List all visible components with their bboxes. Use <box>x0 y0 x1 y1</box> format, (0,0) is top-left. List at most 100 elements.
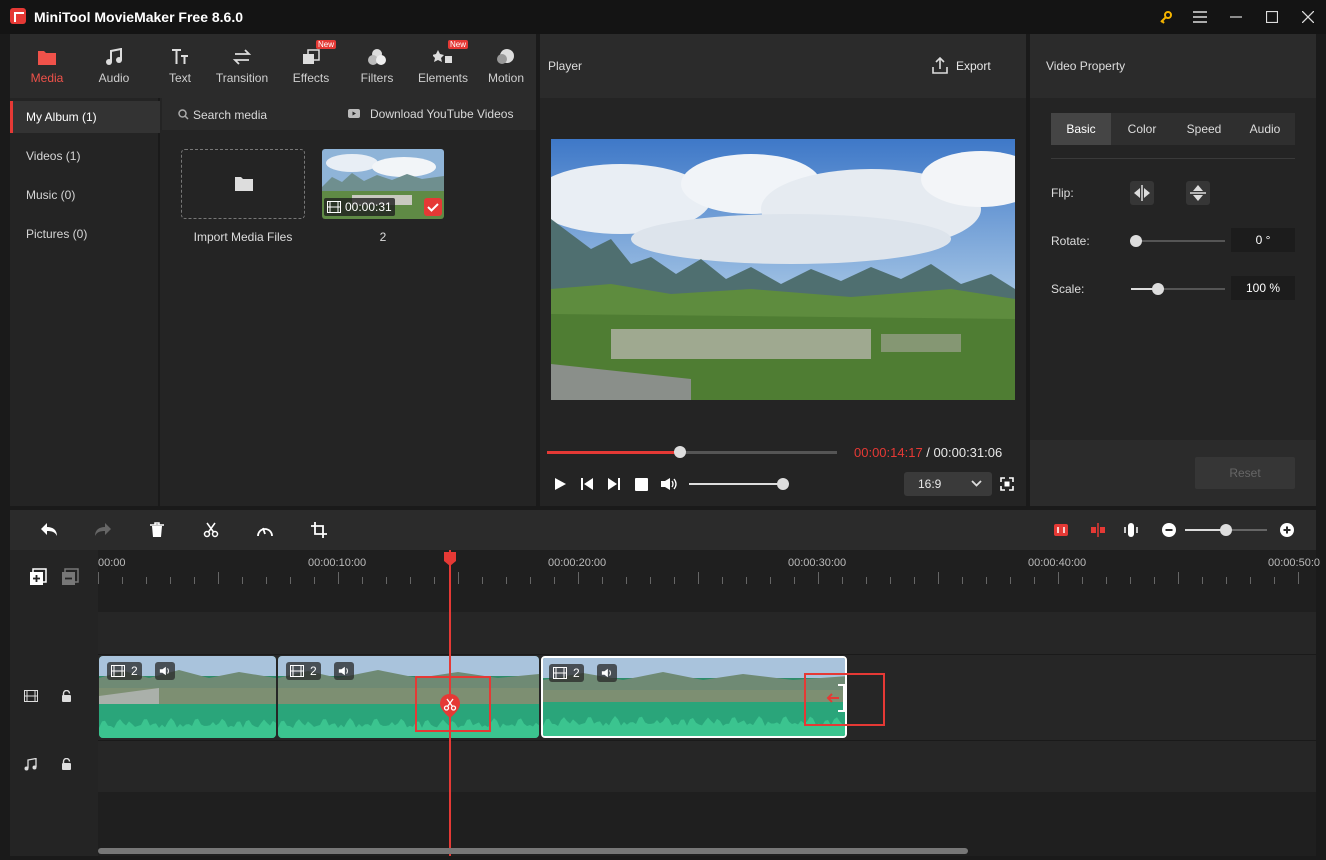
next-frame-button[interactable] <box>603 473 625 495</box>
export-button[interactable]: Export <box>930 56 994 76</box>
album-item-videos[interactable]: Videos (1) <box>10 140 160 172</box>
ruler-tick <box>866 577 867 584</box>
ruler-tick <box>1202 577 1203 584</box>
split-track-button[interactable] <box>1087 519 1109 541</box>
horizontal-scrollbar[interactable] <box>98 848 968 854</box>
timeline-clip[interactable]: 2 <box>99 656 276 738</box>
tab-speed[interactable]: Speed <box>1173 113 1235 145</box>
timeline-clip[interactable]: 2 <box>278 656 539 738</box>
clip-audio-tag <box>334 662 354 680</box>
tab-filters[interactable]: Filters <box>344 34 410 98</box>
volume-slider[interactable] <box>689 478 789 490</box>
tab-motion[interactable]: Motion <box>476 34 536 98</box>
key-icon[interactable] <box>1154 5 1178 29</box>
seek-handle[interactable] <box>674 446 686 458</box>
scissors-icon <box>440 694 460 718</box>
tab-audio[interactable]: Audio <box>81 34 147 98</box>
ruler-tick <box>1154 577 1155 584</box>
rotate-value[interactable]: 0 ° <box>1231 228 1295 252</box>
zoom-handle[interactable] <box>1220 524 1232 536</box>
flip-vertical-button[interactable] <box>1186 181 1210 205</box>
tab-basic[interactable]: Basic <box>1051 113 1111 145</box>
import-media-button[interactable] <box>181 149 305 219</box>
album-item-music[interactable]: Music (0) <box>10 179 160 211</box>
tab-effects[interactable]: Effects New <box>278 34 344 98</box>
time-ruler[interactable]: 00:00 00:00:10:00 00:00:20:00 00:00:30:0… <box>98 550 1320 588</box>
speedometer-icon <box>257 527 273 537</box>
zoom-out-button[interactable] <box>1158 519 1180 541</box>
tab-text[interactable]: Text <box>147 34 213 98</box>
tab-elements[interactable]: Elements New <box>410 34 476 98</box>
split-button[interactable] <box>200 519 222 541</box>
empty-track-lane <box>98 612 1316 654</box>
play-button[interactable] <box>549 473 571 495</box>
maximize-icon[interactable] <box>1260 5 1284 29</box>
lock-icon[interactable] <box>61 758 72 770</box>
rotate-handle[interactable] <box>1130 235 1142 247</box>
menu-icon[interactable] <box>1188 5 1212 29</box>
scale-label: Scale: <box>1051 282 1085 296</box>
download-youtube-button[interactable]: Download YouTube Videos <box>370 107 513 121</box>
speed-button[interactable] <box>254 519 276 541</box>
ruler-tick <box>362 577 363 584</box>
ruler-tick <box>554 577 555 584</box>
volume-icon <box>159 666 169 676</box>
volume-button[interactable] <box>658 473 680 495</box>
snap-button[interactable] <box>1050 519 1072 541</box>
album-item-pictures[interactable]: Pictures (0) <box>10 218 160 250</box>
add-track-button[interactable] <box>27 566 49 588</box>
ruler-tick <box>218 572 219 584</box>
media-thumbnail[interactable]: 00:00:31 <box>322 149 444 219</box>
timeline: 00:00 00:00:10:00 00:00:20:00 00:00:30:0… <box>10 550 1320 856</box>
rotate-label: Rotate: <box>1051 234 1090 248</box>
remove-track-button[interactable] <box>59 566 81 588</box>
stop-button[interactable] <box>630 473 652 495</box>
ruler-tick <box>914 577 915 584</box>
ruler-label: 00:00:40:00 <box>1028 557 1087 569</box>
album-item-my-album[interactable]: My Album (1) <box>10 101 160 133</box>
rotate-slider[interactable] <box>1130 235 1225 247</box>
clip-audio-tag <box>155 662 175 680</box>
ruler-tick <box>1058 572 1059 584</box>
volume-handle[interactable] <box>777 478 789 490</box>
playhead-handle[interactable] <box>444 552 456 566</box>
tab-color[interactable]: Color <box>1111 113 1173 145</box>
fullscreen-button[interactable] <box>996 473 1018 495</box>
tab-transition[interactable]: Transition <box>209 34 275 98</box>
ruler-tick <box>746 577 747 584</box>
lock-icon[interactable] <box>61 690 72 702</box>
scale-value[interactable]: 100 % <box>1231 276 1295 300</box>
zoom-in-button[interactable] <box>1276 519 1298 541</box>
crop-button[interactable] <box>308 519 330 541</box>
tab-media[interactable]: Media <box>14 34 80 98</box>
ruler-tick <box>1274 577 1275 584</box>
volume-icon <box>601 668 611 678</box>
aspect-ratio-select[interactable]: 16:9 <box>904 472 992 496</box>
minimize-icon[interactable] <box>1224 5 1248 29</box>
delete-button[interactable] <box>146 519 168 541</box>
ruler-tick <box>1010 577 1011 584</box>
seek-bar[interactable] <box>547 446 837 458</box>
reset-button[interactable]: Reset <box>1195 457 1295 489</box>
scale-handle[interactable] <box>1152 283 1164 295</box>
tab-audio-property[interactable]: Audio <box>1235 113 1295 145</box>
playhead-marker-icon <box>444 552 456 566</box>
scale-slider[interactable] <box>1131 283 1225 295</box>
search-input[interactable]: Search media <box>193 108 267 122</box>
split-scissors-button[interactable] <box>439 693 461 719</box>
undo-button[interactable] <box>38 519 60 541</box>
redo-button[interactable] <box>92 519 114 541</box>
audio-mix-button[interactable] <box>1120 519 1142 541</box>
ruler-tick <box>986 577 987 584</box>
zoom-slider[interactable] <box>1185 524 1267 536</box>
timeline-clip-selected[interactable]: 2 <box>541 656 847 738</box>
trash-icon <box>150 522 164 537</box>
ruler-tick <box>386 577 387 584</box>
effects-icon <box>303 49 320 64</box>
close-icon[interactable] <box>1296 5 1320 29</box>
previous-frame-button[interactable] <box>576 473 598 495</box>
ruler-tick <box>1178 572 1179 584</box>
flip-horizontal-button[interactable] <box>1130 181 1154 205</box>
clip-tag: 2 <box>549 664 584 682</box>
player-header: Player Export <box>540 34 1026 98</box>
